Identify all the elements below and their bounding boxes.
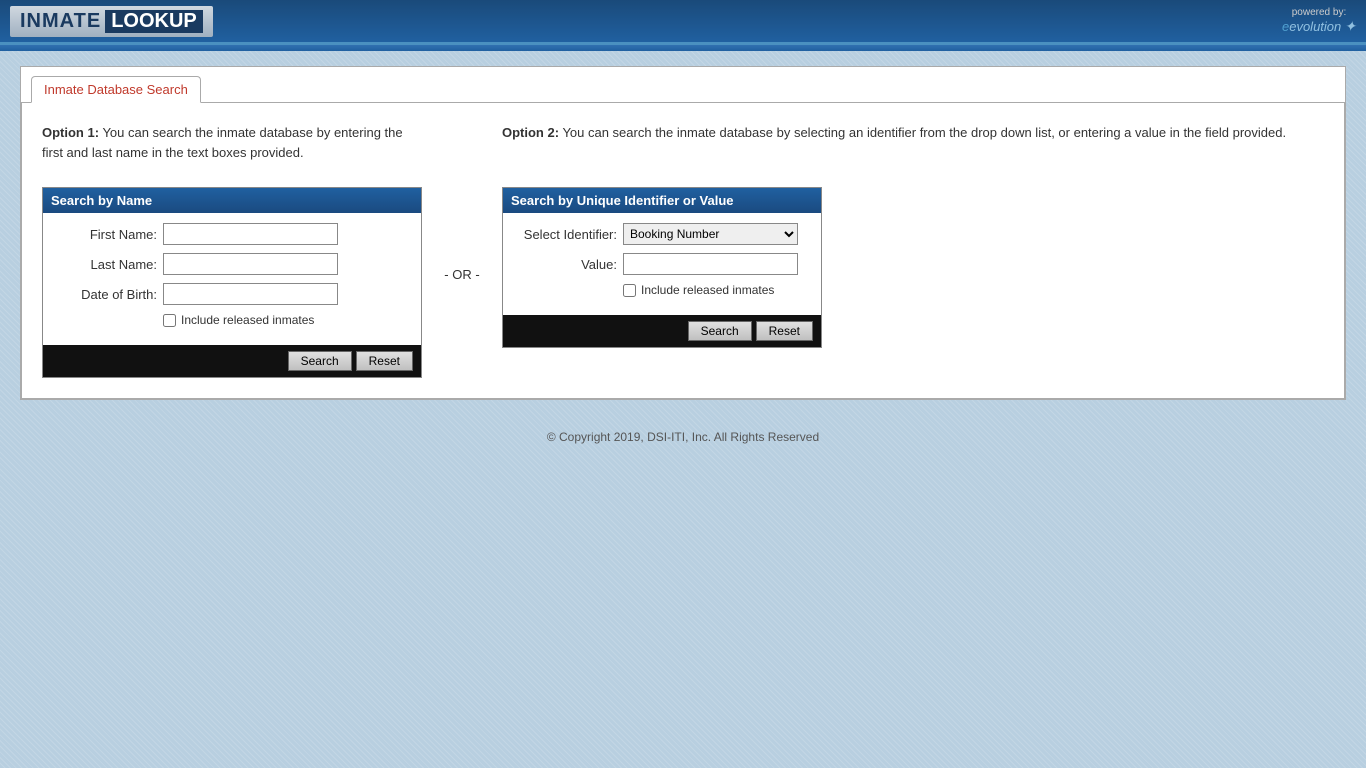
logo-inmate-text: INMATE — [20, 10, 101, 33]
include-released-label-left: Include released inmates — [181, 313, 314, 327]
search-by-name-box: Search by Name First Name: Last Name: — [42, 187, 422, 378]
search-by-identifier-box: Search by Unique Identifier or Value Sel… — [502, 187, 822, 348]
search-by-name-body: First Name: Last Name: Date of Birth: — [43, 213, 421, 345]
evolution-logo: e evolution ✦ — [1282, 18, 1356, 35]
main-content: Inmate Database Search Option 1: You can… — [0, 51, 1366, 469]
footer: © Copyright 2019, DSI-ITI, Inc. All Righ… — [20, 420, 1346, 454]
include-released-label-right: Include released inmates — [641, 283, 774, 297]
search-by-identifier-header: Search by Unique Identifier or Value — [503, 188, 821, 213]
search-layout: Search by Name First Name: Last Name: — [42, 187, 1324, 378]
evolution-e: e — [1282, 19, 1289, 34]
search-by-name-section: Search by Name First Name: Last Name: — [42, 187, 422, 378]
search-by-identifier-title: Search by Unique Identifier or Value — [511, 193, 734, 208]
copyright-text: © Copyright 2019, DSI-ITI, Inc. All Righ… — [547, 430, 819, 444]
include-released-checkbox-left[interactable] — [163, 314, 176, 327]
select-identifier-label: Select Identifier: — [513, 227, 623, 242]
tab-content: Option 1: You can search the inmate data… — [21, 102, 1345, 399]
dob-input[interactable] — [163, 283, 338, 305]
first-name-label: First Name: — [53, 227, 163, 242]
tab-inmate-database-search[interactable]: Inmate Database Search — [31, 76, 201, 103]
last-name-label: Last Name: — [53, 257, 163, 272]
tab-label: Inmate Database Search — [44, 82, 188, 97]
search-by-name-button[interactable]: Search — [288, 351, 352, 371]
option2-desc: Option 2: You can search the inmate data… — [502, 123, 1324, 153]
include-released-checkbox-right[interactable] — [623, 284, 636, 297]
logo-lookup-text: LOOKUP — [105, 10, 203, 33]
first-name-input[interactable] — [163, 223, 338, 245]
search-by-identifier-section: Search by Unique Identifier or Value Sel… — [502, 187, 822, 348]
evolution-icon: ✦ — [1344, 18, 1356, 35]
tab-panel: Inmate Database Search Option 1: You can… — [20, 66, 1346, 400]
search-by-name-title: Search by Name — [51, 193, 152, 208]
logo: INMATE LOOKUP — [10, 6, 213, 37]
option2-title: Option 2: — [502, 125, 559, 140]
or-text: - OR - — [444, 267, 479, 282]
first-name-row: First Name: — [53, 223, 411, 245]
include-released-row-right: Include released inmates — [623, 283, 811, 297]
search-by-identifier-body: Select Identifier: Booking Number SID Nu… — [503, 213, 821, 315]
search-by-identifier-button[interactable]: Search — [688, 321, 752, 341]
page-header: INMATE LOOKUP powered by: e evolution ✦ — [0, 0, 1366, 45]
last-name-input[interactable] — [163, 253, 338, 275]
last-name-row: Last Name: — [53, 253, 411, 275]
description-row: Option 1: You can search the inmate data… — [42, 123, 1324, 172]
reset-by-identifier-button[interactable]: Reset — [756, 321, 813, 341]
option1-desc: Option 1: You can search the inmate data… — [42, 123, 422, 172]
dob-label: Date of Birth: — [53, 287, 163, 302]
powered-by-text: powered by: — [1292, 7, 1346, 18]
identifier-value-input[interactable] — [623, 253, 798, 275]
option1-title: Option 1: — [42, 125, 99, 140]
identifier-select[interactable]: Booking Number SID Number Case Number SS… — [623, 223, 798, 245]
or-divider: - OR - — [422, 187, 502, 282]
value-row: Value: — [513, 253, 811, 275]
select-identifier-row: Select Identifier: Booking Number SID Nu… — [513, 223, 811, 245]
dob-row: Date of Birth: — [53, 283, 411, 305]
search-by-identifier-footer: Search Reset — [503, 315, 821, 347]
evolution-text: evolution — [1289, 19, 1341, 34]
search-by-name-header: Search by Name — [43, 188, 421, 213]
include-released-row-left: Include released inmates — [163, 313, 411, 327]
logo-area: INMATE LOOKUP — [10, 6, 213, 37]
reset-by-name-button[interactable]: Reset — [356, 351, 413, 371]
tab-header: Inmate Database Search — [21, 67, 1345, 102]
value-label: Value: — [513, 257, 623, 272]
powered-by-section: powered by: e evolution ✦ — [1282, 7, 1356, 35]
option2-description: You can search the inmate database by se… — [562, 125, 1286, 140]
search-by-name-footer: Search Reset — [43, 345, 421, 377]
